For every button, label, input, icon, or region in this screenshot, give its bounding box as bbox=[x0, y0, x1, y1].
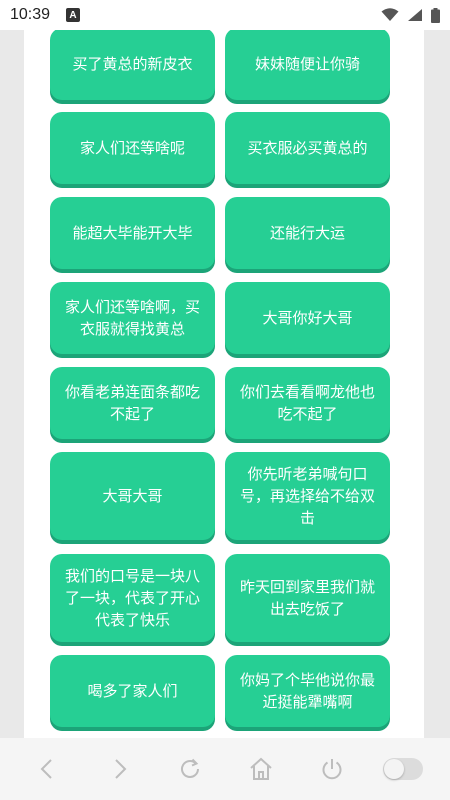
sound-button[interactable]: 大哥你好大哥 bbox=[225, 282, 390, 354]
forward-icon bbox=[114, 759, 126, 779]
forward-button[interactable] bbox=[99, 749, 139, 789]
power-button[interactable] bbox=[312, 749, 352, 789]
sound-button[interactable]: 我们的口号是一块八了一块，代表了开心代表了快乐 bbox=[50, 554, 215, 642]
toggle-switch[interactable] bbox=[382, 758, 423, 780]
sound-button[interactable]: 你看老弟连面条都吃不起了 bbox=[50, 367, 215, 439]
home-button[interactable] bbox=[241, 749, 281, 789]
sound-button[interactable]: 还能行大运 bbox=[225, 197, 390, 269]
sound-button[interactable]: 喝多了家人们 bbox=[50, 655, 215, 727]
sound-button[interactable]: 妹妹随便让你骑 bbox=[225, 30, 390, 100]
status-time: 10:39 bbox=[10, 6, 51, 23]
notification-icon: A bbox=[66, 8, 81, 22]
sound-button[interactable]: 你妈了个毕他说你最近挺能犟嘴啊 bbox=[225, 655, 390, 727]
sound-board[interactable]: 买了黄总的新皮衣 妹妹随便让你骑 家人们还等啥呢 买衣服必买黄总的 能超大毕能开… bbox=[24, 30, 424, 738]
battery-icon bbox=[431, 7, 440, 23]
back-icon bbox=[40, 759, 52, 779]
browser-nav-bar bbox=[0, 738, 450, 800]
sound-button[interactable]: 你们去看看啊龙他也吃不起了 bbox=[225, 367, 390, 439]
refresh-button[interactable] bbox=[170, 749, 210, 789]
sound-button[interactable]: 大哥大哥 bbox=[50, 452, 215, 540]
toggle-button[interactable] bbox=[382, 749, 423, 789]
toggle-knob bbox=[383, 759, 404, 779]
back-button[interactable] bbox=[28, 749, 68, 789]
wifi-icon bbox=[381, 8, 399, 21]
sound-button[interactable]: 能超大毕能开大毕 bbox=[50, 197, 215, 269]
sound-button[interactable]: 家人们还等啥呢 bbox=[50, 112, 215, 184]
power-icon bbox=[322, 759, 341, 780]
signal-icon bbox=[408, 9, 422, 21]
refresh-icon bbox=[180, 758, 199, 778]
status-icons bbox=[381, 7, 440, 23]
status-bar: 10:39 A bbox=[0, 0, 450, 30]
sound-button[interactable]: 买衣服必买黄总的 bbox=[225, 112, 390, 184]
sound-button[interactable]: 家人们还等啥啊，买衣服就得找黄总 bbox=[50, 282, 215, 354]
home-icon bbox=[249, 757, 272, 780]
sound-button[interactable]: 买了黄总的新皮衣 bbox=[50, 30, 215, 100]
sound-button[interactable]: 你先听老弟喊句口号，再选择给不给双击 bbox=[225, 452, 390, 540]
sound-button[interactable]: 昨天回到家里我们就出去吃饭了 bbox=[225, 554, 390, 642]
